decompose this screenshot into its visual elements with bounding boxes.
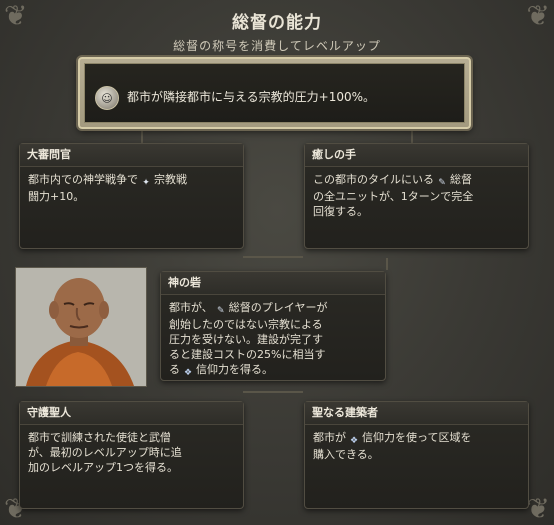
promotion-card-patron-saint[interactable]: 守護聖人 都市で訓練された使徒と武僧 が、最初のレベルアップ時に追 加のレベルア… [19,401,244,509]
description-line: 都市で訓練された使徒と武僧 [28,431,171,444]
religious-combat-icon: ✦ [142,178,150,188]
default-promotion-text: 都市が隣接都市に与える宗教的圧力+100%。 [127,90,376,104]
page-title: 総督の能力 [232,13,322,33]
governor-portrait [15,267,147,387]
governor-quill-icon: ✎ [438,178,446,188]
description-line: 都市が ❖ 信仰力を使って区域を [313,430,520,447]
promotion-title: 聖なる建築者 [305,402,528,425]
description-text: 信仰力を得る。 [196,363,273,376]
description-line: の全ユニットが、1ターンで完全 [313,190,474,203]
page-subtitle: 総督の称号を消費してレベルアップ [173,39,381,53]
description-line: 圧力を受けない。建設が完了す [169,333,323,346]
description-line: 購入できる。 [313,448,379,461]
faith-icon: ❖ [183,368,193,378]
governor-quill-icon: ✎ [217,306,225,316]
default-promotion-card[interactable]: ☺ 都市が隣接都市に与える宗教的圧力+100%。 [78,57,471,129]
description-line: が、最初のレベルアップ時に追 [28,446,182,459]
description-text: る [169,363,180,376]
tree-connector [243,391,303,393]
description-line: 回復する。 [313,205,368,218]
description-text: 都市内での神学戦争で [28,173,138,186]
description-line: 創始したのではない宗教による [169,318,323,331]
tree-connector [386,258,388,270]
promotion-description: 都市内での神学戦争で ✦ 宗教戦 闘力+10。 [20,167,243,209]
promotion-description: この都市のタイルにいる ✎ 総督 の全ユニットが、1ターンで完全 回復する。 [305,167,528,224]
promotion-title: 守護聖人 [20,402,243,425]
tree-connector [243,256,303,258]
description-text: この都市のタイルにいる [313,173,434,186]
description-line: る ❖ 信仰力を得る。 [169,362,377,379]
tree-connector [411,130,413,144]
governor-abilities-panel: ❦ ❦ ❦ ❦ 総督の能力 総督の称号を消費してレベルアップ ☺ 都市が隣接都市… [0,0,554,525]
promotion-description: 都市で訓練された使徒と武僧 が、最初のレベルアップ時に追 加のレベルアップ1つを… [20,425,243,480]
faith-icon: ❖ [349,436,359,446]
promotion-card-grand-inquisitor[interactable]: 大審問官 都市内での神学戦争で ✦ 宗教戦 闘力+10。 [19,143,244,249]
promotion-card-laying-on-of-hands[interactable]: 癒しの手 この都市のタイルにいる ✎ 総督 の全ユニットが、1ターンで完全 回復する… [304,143,529,249]
default-promotion-inner: ☺ 都市が隣接都市に与える宗教的圧力+100%。 [84,63,465,123]
description-text: 宗教戦 [154,173,187,186]
governor-medallion-icon: ☺ [95,86,119,110]
description-text: 都市が、 [169,301,213,314]
panel-header: 総督の能力 総督の称号を消費してレベルアップ [0,8,554,54]
description-line: 都市が、 ✎ 総督のプレイヤーが [169,300,377,317]
description-text: 都市が [313,431,346,444]
description-line: この都市のタイルにいる ✎ 総督 [313,172,520,189]
promotion-card-holy-architect[interactable]: 聖なる建築者 都市が ❖ 信仰力を使って区域を 購入できる。 [304,401,529,509]
governor-portrait-image [16,268,146,386]
promotion-title: 神の砦 [161,272,385,295]
description-text: 総督 [450,173,472,186]
description-text: 信仰力を使って区域を [362,431,472,444]
promotion-description: 都市が、 ✎ 総督のプレイヤーが 創始したのではない宗教による 圧力を受けない。建設… [161,295,385,384]
promotion-title: 大審問官 [20,144,243,167]
promotion-title: 癒しの手 [305,144,528,167]
description-text: 総督のプレイヤーが [228,301,328,314]
promotion-description: 都市が ❖ 信仰力を使って区域を 購入できる。 [305,425,528,467]
description-line: 都市内での神学戦争で ✦ 宗教戦 [28,172,235,189]
description-line: 闘力+10。 [28,190,85,203]
promotion-card-divine-fortress[interactable]: 神の砦 都市が、 ✎ 総督のプレイヤーが 創始したのではない宗教による 圧力を受けな… [160,271,386,381]
corner-ornament-icon: ❦ [526,492,550,525]
description-line: ると建設コストの25%に相当す [169,348,326,361]
description-line: 加のレベルアップ1つを得る。 [28,461,178,474]
tree-connector [141,130,143,144]
